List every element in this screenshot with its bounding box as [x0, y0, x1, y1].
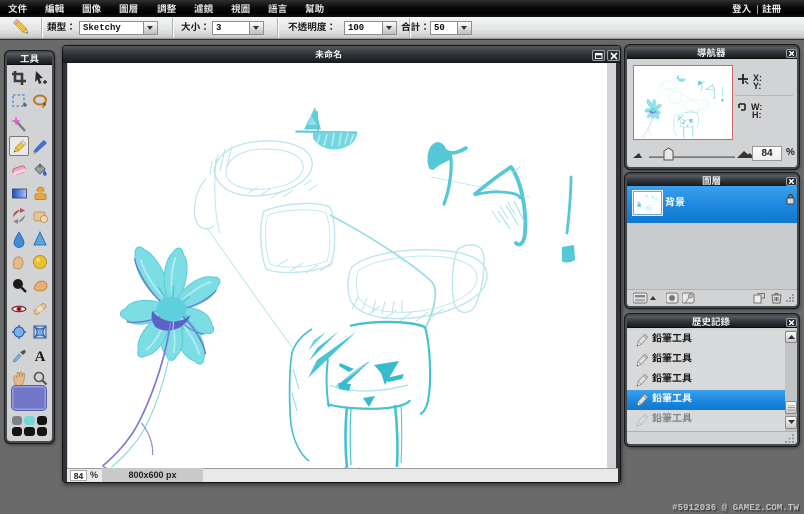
- svg-text:A: A: [34, 349, 45, 364]
